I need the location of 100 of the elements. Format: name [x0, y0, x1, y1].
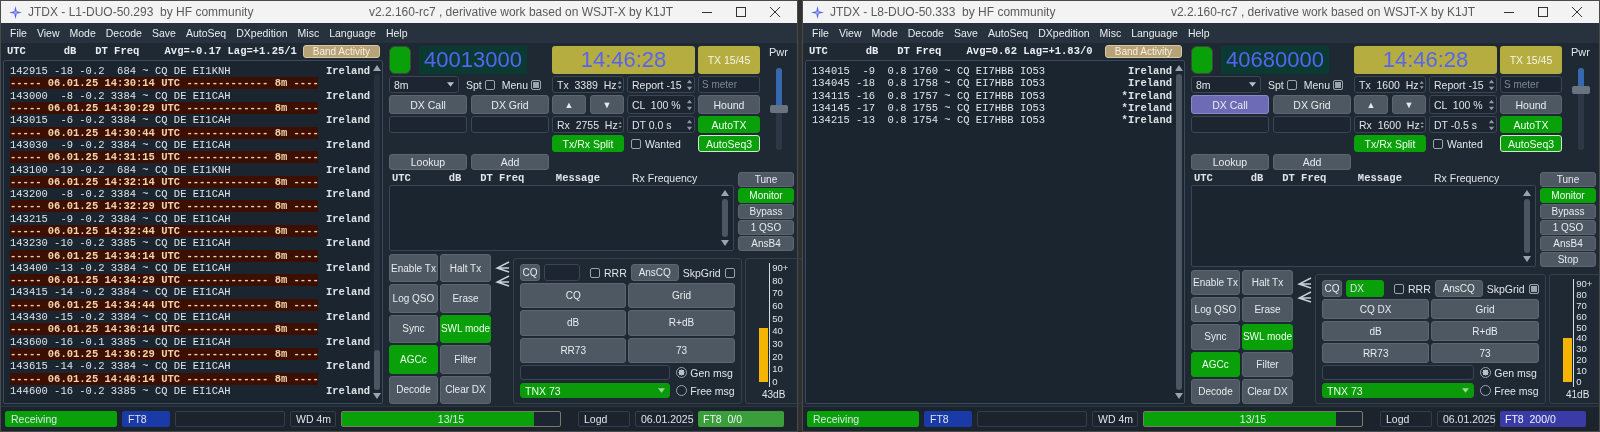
split-button[interactable]: Tx/Rx Split	[552, 135, 624, 152]
message-button[interactable]: CQ	[520, 283, 627, 309]
dx-grid-field[interactable]	[1273, 116, 1351, 133]
decode-text[interactable]: 143400 -13 -0.2 3384 ~ CQ DE EI1CAH	[10, 261, 318, 274]
dx-grid-field[interactable]	[471, 116, 549, 133]
decode-text[interactable]: 134145 -17 0.8 1755 ~ CQ EI7HBB IO53	[812, 102, 1120, 115]
cl-spinbox[interactable]: CL 100 %	[1429, 95, 1497, 114]
checkbox[interactable]	[1286, 79, 1297, 90]
message-button[interactable]: Grid	[1431, 299, 1539, 319]
action-button[interactable]: Filter	[1241, 351, 1293, 377]
action-button[interactable]: Halt Tx	[1241, 270, 1293, 296]
radio-button[interactable]	[1480, 385, 1492, 396]
free-text-field[interactable]	[1322, 365, 1475, 380]
close-icon[interactable]	[1572, 7, 1582, 17]
action-button[interactable]: Log QSO	[1191, 297, 1240, 323]
menu-item[interactable]: Misc	[292, 27, 325, 39]
decode-text[interactable]: 142915 -18 -0.2 684 ~ CQ DE EI1KNH	[10, 65, 318, 78]
action-button[interactable]: Enable Tx	[389, 254, 438, 283]
free-text-field[interactable]	[520, 365, 671, 380]
tx-frequency-spinbox[interactable]: Tx 1600 Hz	[1354, 76, 1426, 93]
action-button[interactable]: Sync	[1191, 324, 1240, 350]
checkbox[interactable]	[1333, 79, 1344, 90]
decode-text[interactable]: 143415 -14 -0.2 3384 ~ CQ DE EI1CAH	[10, 286, 318, 299]
scrollbar-thumb[interactable]	[1524, 199, 1530, 253]
action-button[interactable]: Clear DX	[1241, 378, 1293, 404]
checkbox[interactable]	[1528, 283, 1539, 294]
scrollbar-thumb[interactable]	[1176, 74, 1182, 390]
scroll-up-icon[interactable]	[1175, 65, 1183, 71]
side-button[interactable]: Stop	[1540, 252, 1596, 267]
message-button[interactable]: 73	[1431, 343, 1539, 363]
anscq-button[interactable]: AnsCQ	[630, 264, 679, 281]
action-button[interactable]: AGCc	[389, 345, 438, 374]
menu-item[interactable]: Mode	[64, 27, 101, 39]
dt-spinbox[interactable]: DT -0.5 s	[1429, 116, 1497, 133]
spinner-arrows-icon[interactable]	[1488, 117, 1495, 132]
decode-text[interactable]: 134045 -18 0.8 1758 ~ CQ EI7HBB IO53	[812, 77, 1120, 90]
action-button[interactable]: AGCc	[1191, 351, 1240, 377]
action-button[interactable]: Decode	[1191, 378, 1240, 404]
decode-text[interactable]: 143430 -15 -0.2 3384 ~ CQ DE EI1CAH	[10, 311, 318, 324]
message-button[interactable]: dB	[520, 310, 627, 336]
decode-text[interactable]: 143015 -6 -0.2 3384 ~ CQ DE EI1CAH	[10, 114, 318, 127]
spinner-arrows-icon[interactable]	[1488, 77, 1495, 92]
dx-call-field[interactable]	[1191, 116, 1269, 133]
spinner-arrows-icon[interactable]	[1488, 97, 1495, 112]
message-button[interactable]: RR73	[1322, 343, 1430, 363]
dx-grid-button[interactable]: DX Grid	[471, 95, 549, 114]
action-button[interactable]: Filter	[439, 345, 491, 374]
menu-item[interactable]: Language	[324, 27, 381, 39]
slider-thumb[interactable]	[1571, 86, 1590, 95]
menu-item[interactable]: Decode	[902, 27, 949, 39]
checkbox[interactable]	[531, 79, 542, 90]
scroll-up-icon[interactable]	[1523, 190, 1531, 196]
split-button[interactable]: Tx/Rx Split	[1354, 135, 1426, 152]
checkbox[interactable]	[590, 267, 600, 278]
tx-frequency-spinbox[interactable]: Tx 3389 Hz	[552, 76, 624, 93]
checkbox[interactable]	[724, 267, 735, 278]
scroll-down-icon[interactable]	[1523, 256, 1531, 262]
dx-call-button[interactable]: DX Call	[1191, 95, 1269, 114]
anscq-button[interactable]: AnsCQ	[1434, 280, 1483, 297]
menu-item[interactable]: Misc	[1094, 27, 1127, 39]
scrollbar-thumb[interactable]	[722, 199, 728, 237]
autoseq-button[interactable]: AutoSeq3	[1500, 135, 1562, 152]
band-select[interactable]: 8m	[389, 76, 459, 93]
spinner-arrows-icon[interactable]	[686, 77, 693, 92]
side-button[interactable]: Monitor	[1540, 188, 1596, 203]
decode-text[interactable]: 143230 -10 -0.2 3385 ~ CQ DE EI1CAH	[10, 237, 318, 250]
decode-text[interactable]: 143600 -16 -0.1 3385 ~ CQ DE EI1CAH	[10, 335, 318, 348]
menu-item[interactable]: Help	[380, 27, 413, 39]
side-button[interactable]: Bypass	[738, 204, 794, 219]
checkbox[interactable]	[484, 79, 495, 90]
decode-text[interactable]: 143000 -8 -0.2 3384 ~ CQ DE EI1CAH	[10, 89, 318, 102]
side-button[interactable]: Tune	[738, 172, 794, 187]
cq-button[interactable]: CQ	[520, 264, 540, 281]
action-button[interactable]: SWL mode	[439, 314, 491, 344]
action-button[interactable]: SWL mode	[1241, 324, 1293, 350]
checkbox[interactable]	[1394, 283, 1404, 294]
message-button[interactable]: R+dB	[628, 310, 735, 336]
s-meter-field[interactable]: S meter	[1500, 76, 1562, 93]
action-button[interactable]: Sync	[389, 314, 438, 344]
dx-call-button[interactable]: DX Call	[389, 95, 467, 114]
dx-field[interactable]	[544, 264, 580, 281]
menu-item[interactable]: View	[833, 27, 867, 39]
up-button[interactable]: ▲	[552, 95, 586, 114]
side-button[interactable]: Bypass	[1540, 204, 1596, 219]
cl-spinbox[interactable]: CL 100 %	[627, 95, 695, 114]
slider-thumb[interactable]	[769, 105, 788, 113]
autotx-button[interactable]: AutoTX	[698, 116, 760, 133]
close-icon[interactable]	[770, 7, 780, 17]
maximize-icon[interactable]	[736, 7, 746, 17]
checkbox[interactable]	[631, 138, 641, 149]
menu-item[interactable]: DXpedition	[231, 27, 293, 39]
message-button[interactable]: CQ DX	[1322, 299, 1430, 319]
scrollbar-thumb[interactable]	[374, 350, 380, 390]
s-meter-field[interactable]: S meter	[698, 76, 760, 93]
spinner-arrows-icon[interactable]	[686, 117, 693, 132]
scroll-down-icon[interactable]	[373, 393, 381, 399]
menu-item[interactable]: Save	[948, 27, 983, 39]
menu-item[interactable]: DXpedition	[1033, 27, 1095, 39]
dx-call-field[interactable]	[389, 116, 467, 133]
free-message-select[interactable]: TNX 73	[520, 383, 671, 398]
